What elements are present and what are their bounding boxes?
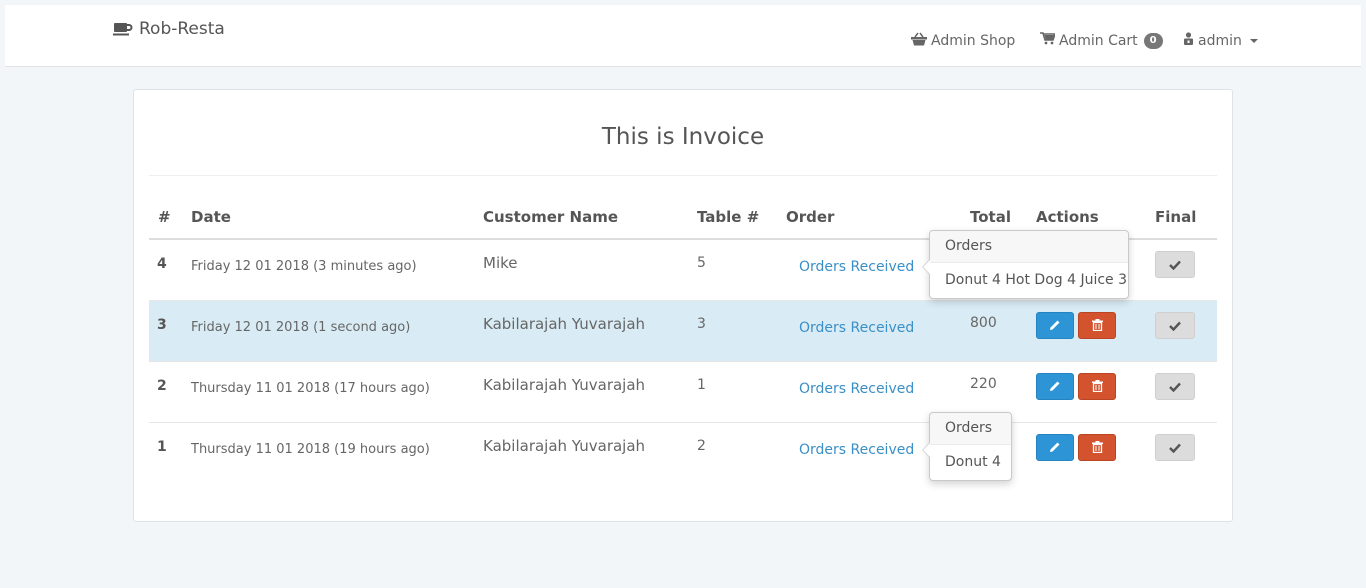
coffee-cup-icon (113, 21, 133, 37)
header-actions: Actions (1036, 208, 1099, 226)
row-date: Friday 12 01 2018 (1 second ago) (191, 320, 411, 335)
orders-received-link[interactable]: Orders Received (799, 320, 914, 336)
row-date: Thursday 11 01 2018 (17 hours ago) (191, 381, 430, 396)
row-number: 1 (157, 439, 167, 455)
row-customer: Kabilarajah Yuvarajah (483, 315, 646, 333)
table-row: 3 Friday 12 01 2018 (1 second ago) Kabil… (149, 301, 1217, 362)
row-table-number: 2 (697, 438, 706, 454)
brand-link[interactable]: Rob-Resta (113, 19, 225, 39)
user-name: admin (1198, 32, 1242, 49)
checkmark-icon (1169, 377, 1181, 396)
pencil-icon (1049, 438, 1061, 457)
delete-button[interactable] (1078, 434, 1116, 461)
invoice-panel: This is Invoice # Date Customer Name Tab… (133, 89, 1233, 522)
row-table-number: 5 (697, 255, 706, 271)
row-number: 2 (157, 378, 167, 394)
top-navbar: Rob-Resta Admin Shop Admin Cart 0 admin (5, 5, 1361, 67)
row-table-number: 3 (697, 316, 706, 332)
checkmark-icon (1169, 438, 1181, 457)
popover-arrow (922, 259, 930, 275)
header-customer: Customer Name (483, 208, 618, 226)
edit-button[interactable] (1036, 373, 1074, 400)
checkmark-icon (1169, 255, 1181, 274)
header-order: Order (786, 208, 835, 226)
admin-shop-label: Admin Shop (931, 33, 1016, 49)
table-row: 2 Thursday 11 01 2018 (17 hours ago) Kab… (149, 362, 1217, 423)
row-total: 220 (970, 376, 997, 392)
row-number: 3 (157, 317, 167, 333)
finalize-button[interactable] (1155, 434, 1195, 461)
checkmark-icon (1169, 316, 1181, 335)
orders-popover: Orders Donut 4 (922, 412, 1012, 481)
edit-button[interactable] (1036, 434, 1074, 461)
row-customer: Kabilarajah Yuvarajah (483, 376, 646, 394)
orders-received-link[interactable]: Orders Received (799, 259, 914, 275)
row-total: 800 (970, 315, 997, 331)
trash-icon (1091, 377, 1103, 396)
delete-button[interactable] (1078, 373, 1116, 400)
brand-name: Rob-Resta (139, 19, 225, 39)
row-number: 4 (157, 256, 167, 272)
shopping-cart-icon (1040, 32, 1057, 49)
popover-content: Donut 4 Hot Dog 4 Juice 3 (945, 272, 1128, 288)
table-row: 1 Thursday 11 01 2018 (19 hours ago) Kab… (149, 423, 1217, 484)
row-date: Friday 12 01 2018 (3 minutes ago) (191, 259, 417, 274)
finalize-button[interactable] (1155, 251, 1195, 278)
page-title: This is Invoice (601, 124, 765, 150)
header-final: Final (1155, 208, 1197, 226)
popover-content: Donut 4 (945, 454, 1001, 470)
admin-shop-link[interactable]: Admin Shop (911, 32, 1015, 50)
orders-received-link[interactable]: Orders Received (799, 381, 914, 397)
header-num: # (158, 208, 171, 226)
row-customer: Kabilarajah Yuvarajah (483, 437, 646, 455)
orders-popover: Orders Donut 4 Hot Dog 4 Juice 3 (922, 230, 1129, 299)
admin-cart-label: Admin Cart (1059, 32, 1138, 49)
trash-icon (1091, 438, 1103, 457)
popover-arrow (922, 442, 930, 458)
shopping-basket-icon (911, 32, 927, 50)
row-table-number: 1 (697, 377, 706, 393)
pencil-icon (1049, 316, 1061, 335)
user-dropdown[interactable]: admin (1183, 32, 1258, 49)
admin-cart-link[interactable]: Admin Cart 0 (1040, 32, 1163, 49)
row-date: Thursday 11 01 2018 (19 hours ago) (191, 442, 430, 457)
edit-button[interactable] (1036, 312, 1074, 339)
trash-icon (1091, 316, 1103, 335)
user-lock-icon (1183, 32, 1194, 49)
popover-title: Orders (930, 231, 1128, 263)
popover-title: Orders (930, 413, 1011, 445)
header-table: Table # (697, 208, 760, 226)
chevron-down-icon (1249, 38, 1258, 43)
delete-button[interactable] (1078, 312, 1116, 339)
cart-count-badge: 0 (1143, 32, 1163, 49)
finalize-button[interactable] (1155, 373, 1195, 400)
header-total: Total (970, 208, 1011, 226)
row-customer: Mike (483, 254, 518, 272)
header-date: Date (191, 208, 231, 226)
finalize-button[interactable] (1155, 312, 1195, 339)
title-divider (149, 175, 1217, 176)
pencil-icon (1049, 377, 1061, 396)
orders-received-link[interactable]: Orders Received (799, 442, 914, 458)
